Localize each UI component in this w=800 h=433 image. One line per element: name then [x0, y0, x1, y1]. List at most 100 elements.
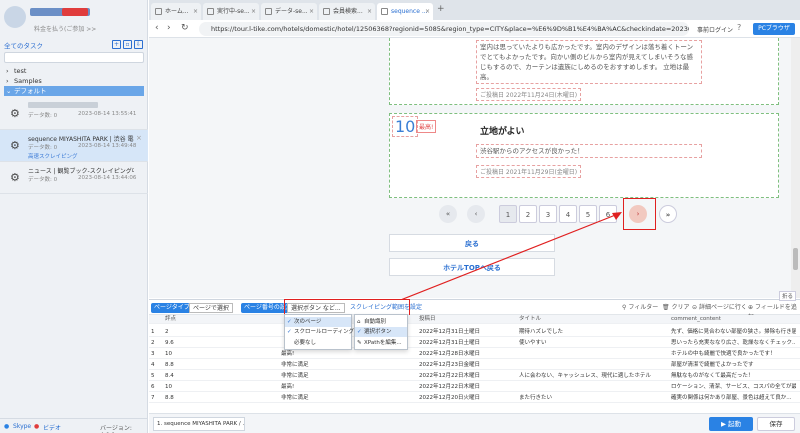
scrollbar-thumb[interactable] — [793, 248, 798, 270]
menu-item-scroll-loading[interactable]: ✓ スクロールローディング — [285, 327, 354, 337]
menu-item-edit-xpath[interactable]: ✎ XPathを編集... — [355, 338, 407, 348]
check-icon: ✓ — [287, 319, 292, 325]
tab-data[interactable]: データ-se... × — [261, 3, 317, 20]
detail-page-button[interactable]: ⊝ 詳細ページに行く — [689, 303, 750, 313]
task-item[interactable]: ⚙ データ数: 0 2023-08-14 13:55:41 — [0, 98, 148, 130]
skype-icon[interactable]: ● — [4, 423, 9, 430]
page-icon — [207, 8, 214, 15]
pagination-type-menu: ✓ 次のページ ✓ スクロールローディング 必要なし — [284, 314, 354, 350]
tab-running[interactable]: 実行中-se... × — [203, 3, 259, 20]
task-name-redacted — [28, 102, 98, 108]
chevron-right-icon: › — [6, 77, 9, 85]
filter-button[interactable]: ⚲ フィルター — [619, 303, 661, 313]
task-date: 2023-08-14 13:44:06 — [78, 175, 137, 181]
help-icon[interactable]: ? — [737, 23, 741, 32]
grid-header: 評点 投稿日 タイトル comment_content — [149, 315, 800, 324]
new-tab-button[interactable]: + — [437, 4, 445, 14]
task-name: sequence MIYASHITA PARK | 渋谷 電-ス — [28, 136, 134, 143]
check-icon: ✓ — [287, 329, 292, 335]
page-tab[interactable]: 1. sequence MIYASHITA PARK / ... — [153, 417, 245, 431]
new-folder-icon[interactable]: ▫ — [123, 40, 132, 49]
table-row: 3 10 最高! 2022年12月28日水曜日 ホテルの中も綺麗で快適で良かったです！ — [149, 350, 800, 359]
close-icon[interactable]: × — [136, 134, 142, 142]
clear-button[interactable]: 🗑 クリア — [659, 303, 693, 313]
plan-link[interactable]: 料金を払う(ご参加 >> — [34, 24, 96, 33]
new-task-icon[interactable]: + — [112, 40, 121, 49]
close-icon[interactable]: × — [193, 3, 198, 20]
user-badge-redacted — [62, 8, 88, 16]
review-date: ご投稿日 2022年11月24日(木曜日) — [476, 88, 582, 101]
review-date: ご投稿日 2021年11月29日(金曜日) — [476, 165, 582, 178]
forward-icon[interactable]: › — [167, 23, 171, 33]
menu-item-select-button[interactable]: ✓ 選択ボタン — [355, 327, 407, 337]
folder-samples[interactable]: › Samples — [4, 76, 144, 86]
task-date: 2023-08-14 13:49:48 — [78, 143, 137, 149]
data-grid: 評点 投稿日 タイトル comment_content 1 2 2022年12月31… — [149, 315, 800, 413]
video-link[interactable]: ビデオ — [43, 423, 61, 432]
task-item-selected[interactable]: ⚙ sequence MIYASHITA PARK | 渋谷 電-ス データ数:… — [0, 130, 148, 162]
review-badge: 最高! — [416, 120, 437, 133]
menu-item-none[interactable]: 必要なし — [285, 338, 351, 348]
extraction-toolbar: ページタイプ ページで選択 ページ番号の設定 選択ボタン など... スクレイピ… — [149, 291, 800, 321]
tab-member-search[interactable]: 会員検索... × — [319, 3, 375, 20]
reload-icon[interactable]: ↻ — [181, 23, 189, 33]
table-row: 6 10 最高! 2022年12月22日木曜日 ロケーション、清潔、サービス、コスパの全… — [149, 383, 800, 392]
add-field-button[interactable]: ⊕ フィールドを追加 — [745, 303, 800, 321]
menu-item-auto-detect[interactable]: ⌂ 自動識別 — [355, 317, 407, 327]
review-title: 立地がよい — [480, 127, 525, 137]
folder-test[interactable]: › test — [4, 66, 144, 76]
review-score: 10 — [392, 116, 419, 137]
robot-icon: ⚙ — [10, 171, 20, 184]
collapse-button[interactable]: 折る — [779, 291, 797, 301]
page-icon — [381, 8, 388, 15]
review-card: 10 最高! 立地がよい 渋谷駅からのアクセスが良かった！ ご投稿日 2021年… — [389, 113, 779, 198]
table-row: 2 9.6 2022年12月31日土曜日 使いやすい 思いったら充実ななり広さ、乾燥なな… — [149, 339, 800, 348]
pencil-icon: ✎ — [357, 340, 362, 346]
close-icon[interactable]: × — [251, 3, 256, 20]
menu-item-next-page[interactable]: ✓ 次のページ — [285, 317, 351, 327]
all-tasks-label[interactable]: 全てのタスク — [4, 42, 43, 50]
close-icon[interactable]: × — [309, 3, 314, 20]
table-row: 4 8.8 非常に満足 2022年12月23日金曜日 部屋が清潔で綺麗でよかったです — [149, 361, 800, 370]
table-row: 1 2 2022年12月31日土曜日 期待ハズレでした 先ず、価格に見合わない部屋の狭さ… — [149, 328, 800, 337]
import-icon[interactable]: ⇩ — [134, 40, 143, 49]
page-scrollbar[interactable] — [791, 38, 800, 298]
page-icon — [265, 8, 272, 15]
tab-home[interactable]: ホーム... × — [151, 3, 201, 20]
task-item[interactable]: ⚙ ニュース | 観覧ブック-スクレイピング中 データ数: 0 2023-08-… — [0, 162, 148, 194]
page-type-select[interactable]: ページで選択 — [189, 303, 233, 313]
last-page-button[interactable]: » — [659, 205, 677, 223]
review-card-previous: 室内は思っていたよりも広かったです。室内のデザインは落ち着くトーンでとてもよかっ… — [389, 38, 779, 105]
close-icon[interactable]: × — [367, 3, 372, 20]
pc-browser-button[interactable]: PCブラウザ — [753, 23, 795, 35]
task-name: ニュース | 観覧ブック-スクレイピング中 — [28, 168, 134, 175]
footer-bar: 1. sequence MIYASHITA PARK / ... ▶ 起動 保存 — [149, 413, 800, 433]
skype-link[interactable]: Skype — [13, 423, 31, 430]
review-body: 室内は思っていたよりも広かったです。室内のデザインは落ち着くトーンでとてもよかっ… — [476, 40, 702, 84]
page-icon — [323, 8, 330, 15]
address-bar: ‹ › ↻ https://tour.l-tike.com/hotels/dom… — [149, 20, 800, 38]
task-data-count: データ数: 0 — [28, 113, 58, 119]
avatar[interactable] — [4, 6, 26, 28]
task-data-count: データ数: 0 — [28, 145, 58, 151]
chevron-down-icon: ⌄ — [6, 87, 12, 95]
save-button[interactable]: 保存 — [757, 417, 795, 431]
chevron-right-icon: › — [6, 67, 9, 75]
url-input[interactable]: https://tour.l-tike.com/hotels/domestic/… — [199, 22, 689, 36]
back-icon[interactable]: ‹ — [155, 23, 159, 33]
version-label: バージョン: 4.0.1 — [100, 425, 132, 433]
close-icon[interactable]: × — [425, 3, 430, 20]
review-body: 渋谷駅からのアクセスが良かった！ — [476, 144, 702, 158]
table-row: 5 8.4 非常に満足 2022年12月22日木曜日 人に会わない、キャッシュレス、現代… — [149, 372, 800, 381]
run-button[interactable]: ▶ 起動 — [709, 417, 753, 431]
pre-login-button[interactable]: 事前ログイン — [697, 25, 733, 34]
video-icon[interactable]: ● — [34, 423, 39, 430]
tab-bar: ホーム... × 実行中-se... × データ-se... × 会員検索... × s… — [149, 0, 800, 20]
task-search-input[interactable] — [4, 52, 144, 63]
folder-default[interactable]: ⌄ デフォルト — [4, 86, 144, 96]
tab-sequence[interactable]: sequence ... × — [377, 3, 433, 20]
table-row: 7 8.8 非常に満足 2022年12月20日火曜日 また行きたい 確実の関係は何かあり部… — [149, 394, 800, 403]
play-icon: ▶ — [720, 420, 729, 428]
page-type-button[interactable]: ページタイプ — [151, 303, 193, 313]
task-data-count: データ数: 0 — [28, 177, 58, 183]
